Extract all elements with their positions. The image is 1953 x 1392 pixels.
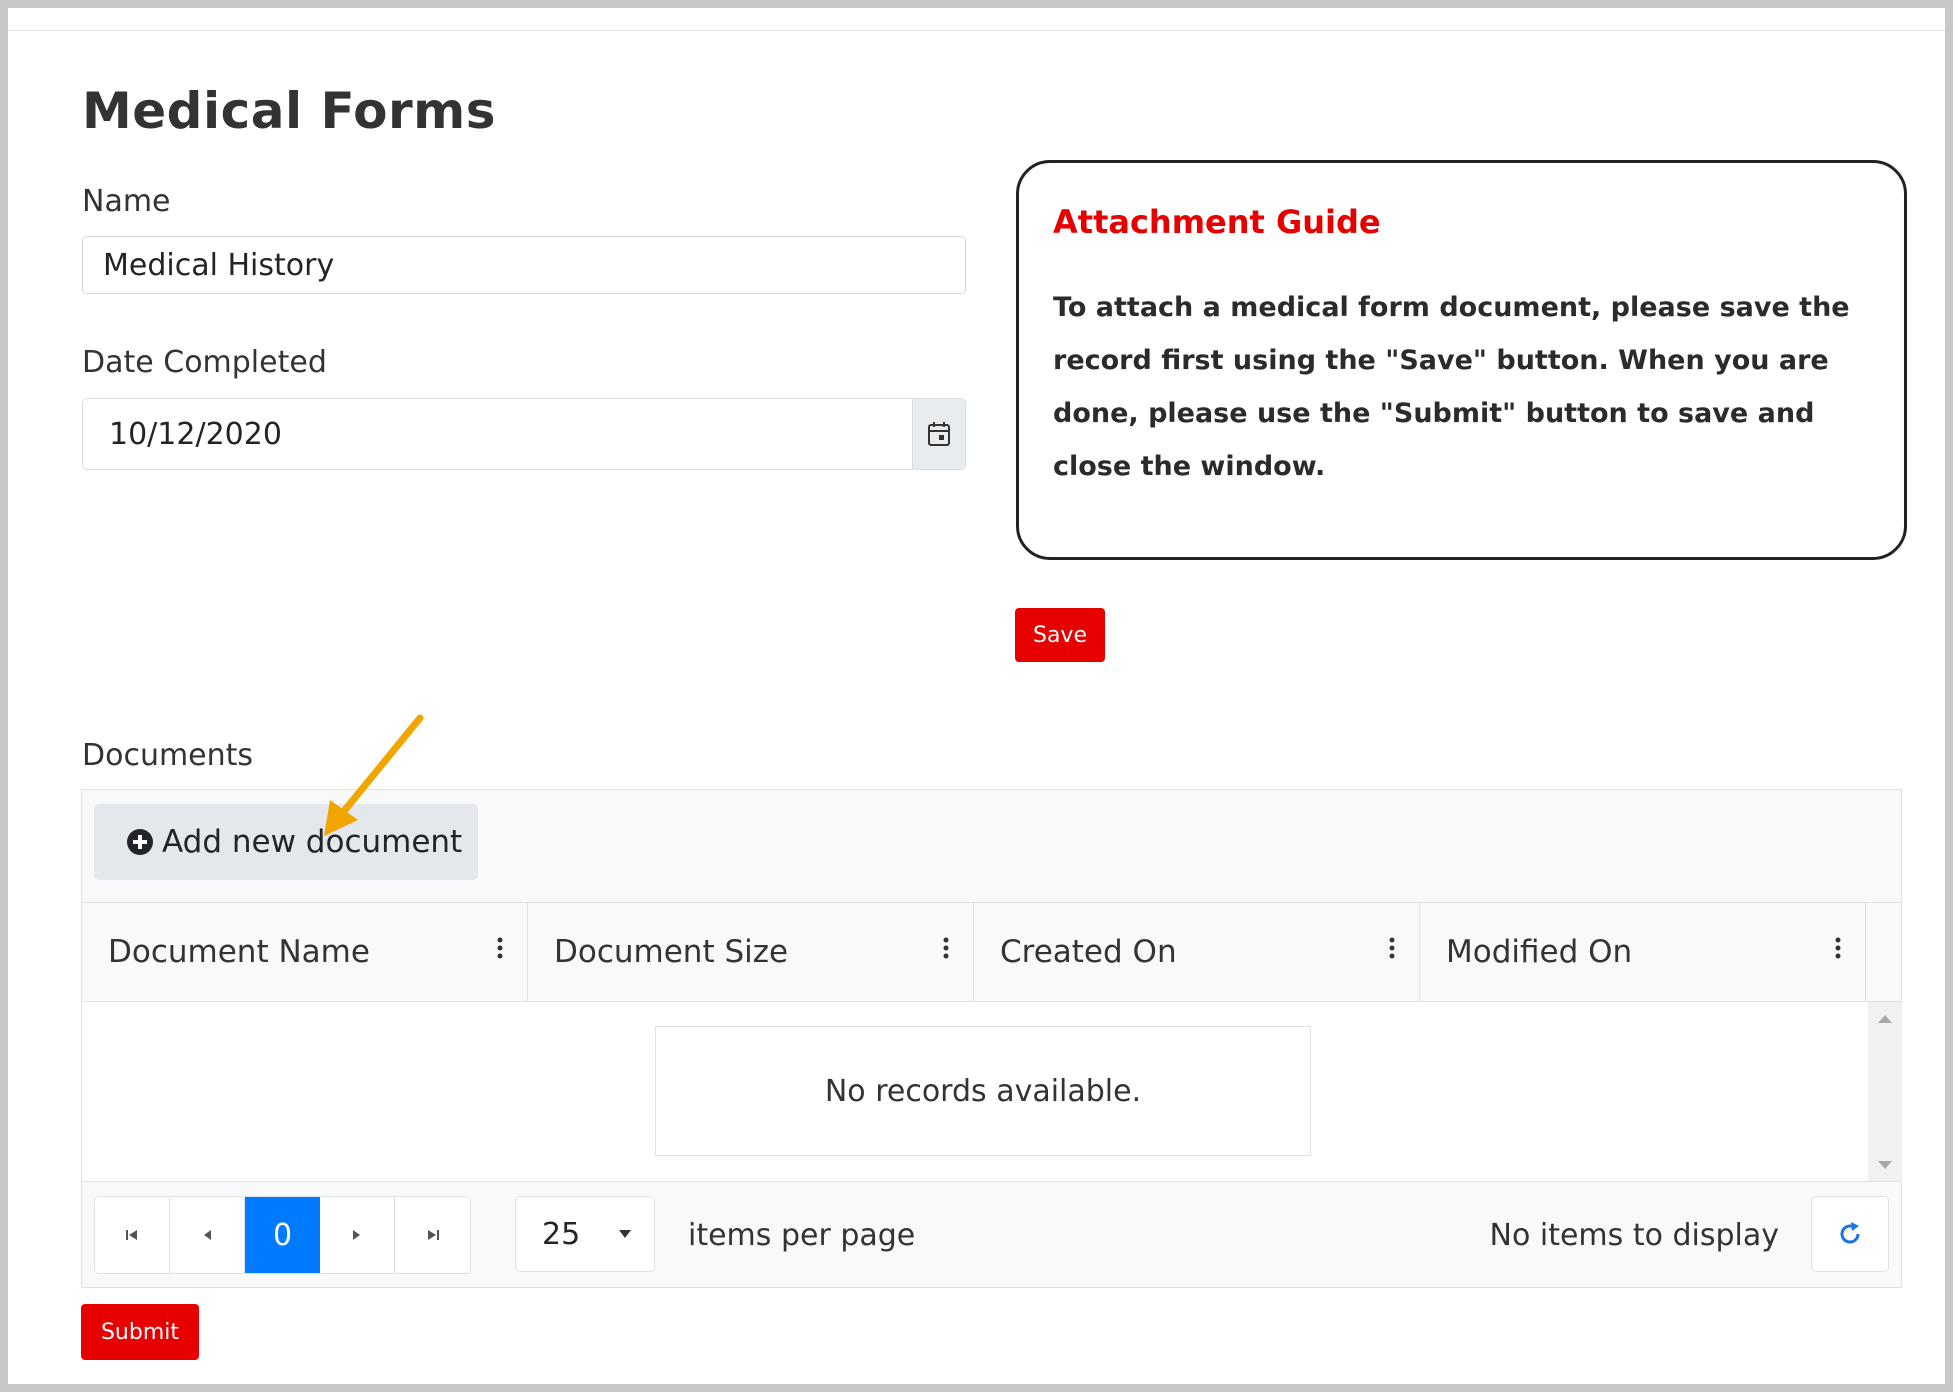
previous-page-icon — [204, 1230, 211, 1240]
calendar-icon — [928, 422, 950, 446]
page: Medical Forms Name Date Completed Attach… — [8, 8, 1945, 1384]
pager-info: No items to display — [1489, 1218, 1779, 1253]
scroll-down-arrow-icon[interactable] — [1877, 1160, 1893, 1170]
attachment-guide: Attachment Guide To attach a medical for… — [1016, 160, 1907, 560]
grid-header: Document Name Document Size Created On M… — [82, 902, 1868, 1002]
column-header-document-name[interactable]: Document Name — [82, 903, 528, 1001]
page-size-value: 25 — [542, 1216, 581, 1252]
attachment-guide-title: Attachment Guide — [1053, 203, 1381, 241]
vertical-scrollbar[interactable] — [1868, 1002, 1902, 1182]
pager-nav: 0 — [94, 1196, 471, 1274]
date-completed-field — [82, 398, 966, 470]
name-label: Name — [82, 184, 171, 219]
items-per-page-label: items per page — [688, 1218, 916, 1253]
page-title: Medical Forms — [82, 82, 497, 140]
attachment-guide-text: To attach a medical form document, pleas… — [1053, 292, 1850, 482]
grid-pager: 0 25 items per page No items to display — [82, 1182, 1901, 1288]
previous-page-button[interactable] — [170, 1197, 245, 1273]
top-divider — [8, 30, 1945, 31]
column-header-created-on[interactable]: Created On — [974, 903, 1420, 1001]
annotation-arrow-icon — [324, 714, 424, 836]
documents-grid: Add new document Document Name Document … — [81, 789, 1902, 1288]
refresh-button[interactable] — [1811, 1196, 1889, 1272]
plus-circle-icon — [127, 829, 153, 855]
next-page-icon — [353, 1230, 360, 1240]
column-menu-icon[interactable] — [1389, 937, 1395, 959]
last-page-button[interactable] — [395, 1197, 470, 1273]
refresh-icon — [1840, 1222, 1860, 1244]
grid-body: No records available. — [82, 1002, 1868, 1182]
last-page-icon — [427, 1230, 439, 1240]
date-completed-input[interactable] — [83, 399, 893, 469]
column-header-label: Document Size — [554, 934, 789, 970]
column-header-label: Created On — [1000, 934, 1177, 970]
first-page-button[interactable] — [95, 1197, 170, 1273]
documents-label: Documents — [82, 738, 254, 773]
column-menu-icon[interactable] — [1835, 937, 1841, 959]
header-scrollbar-gutter — [1868, 902, 1902, 1002]
current-page-button[interactable]: 0 — [245, 1197, 320, 1273]
calendar-button[interactable] — [912, 399, 965, 469]
column-header-label: Document Name — [108, 934, 370, 970]
date-completed-label: Date Completed — [82, 345, 327, 380]
next-page-button[interactable] — [320, 1197, 395, 1273]
save-button[interactable]: Save — [1015, 608, 1105, 662]
name-input[interactable] — [82, 236, 966, 294]
first-page-icon — [126, 1230, 137, 1240]
submit-button[interactable]: Submit — [81, 1304, 199, 1360]
column-menu-icon[interactable] — [943, 937, 949, 959]
column-header-document-size[interactable]: Document Size — [528, 903, 974, 1001]
chevron-down-icon — [619, 1230, 631, 1238]
column-header-modified-on[interactable]: Modified On — [1420, 903, 1866, 1001]
column-menu-icon[interactable] — [497, 937, 503, 959]
no-records-message: No records available. — [655, 1026, 1311, 1156]
scroll-up-arrow-icon[interactable] — [1877, 1014, 1893, 1024]
column-header-label: Modified On — [1446, 934, 1633, 970]
page-size-select[interactable]: 25 — [515, 1196, 655, 1272]
